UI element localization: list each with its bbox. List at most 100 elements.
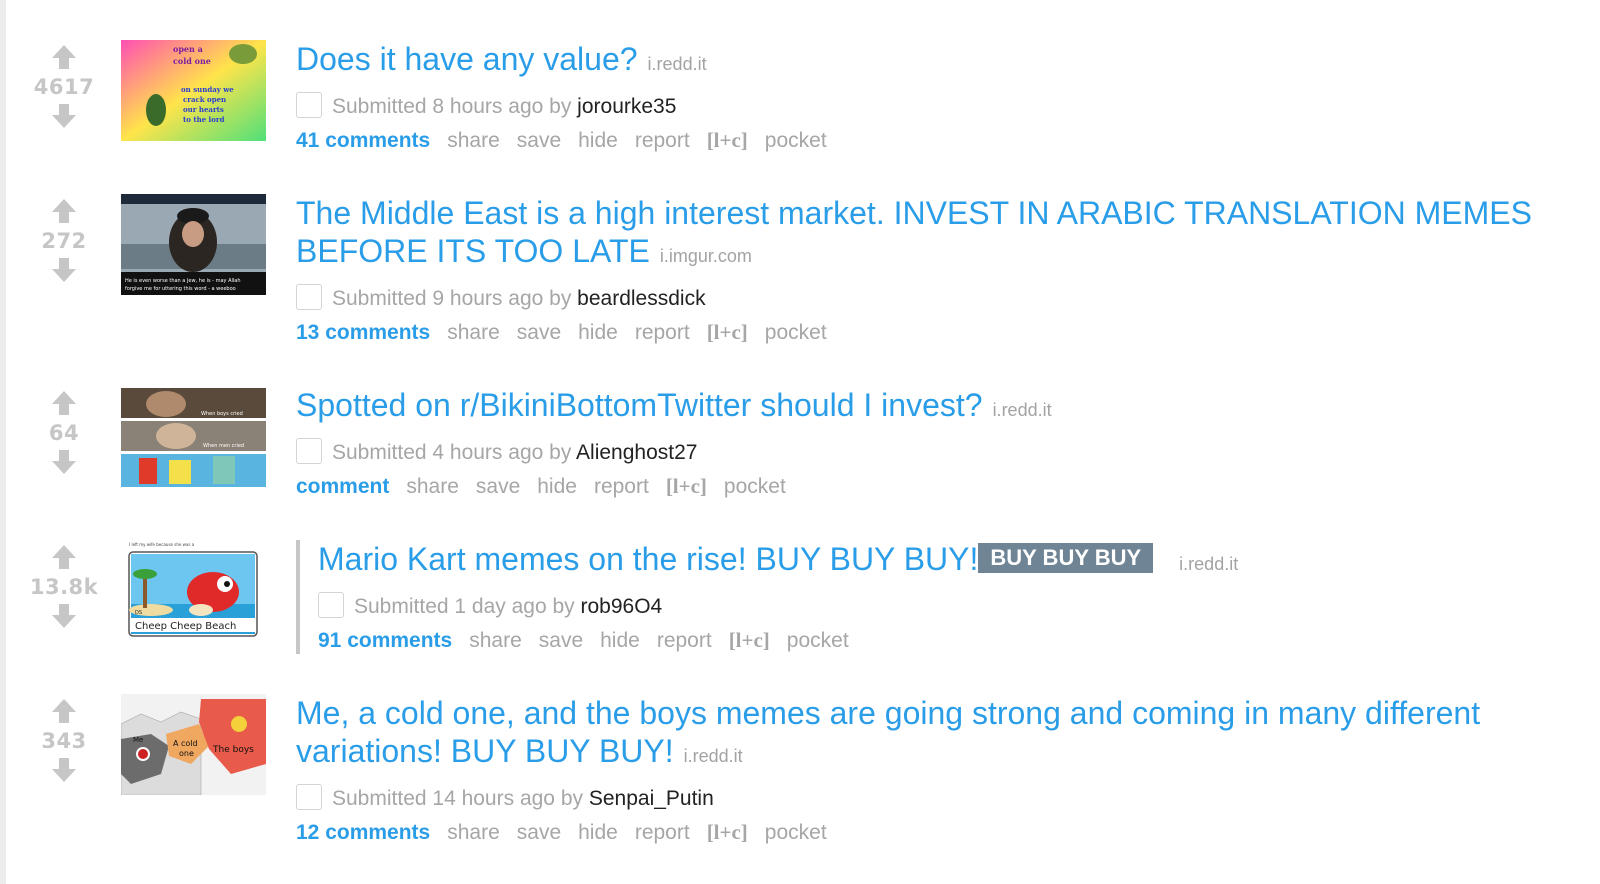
- pocket-button[interactable]: pocket: [724, 475, 786, 498]
- save-button[interactable]: save: [517, 129, 561, 152]
- post-title[interactable]: Spotted on r/BikiniBottomTwitter should …: [296, 387, 983, 423]
- post-tagline: Submitted 14 hours ago by Senpai_Putin: [296, 784, 1526, 812]
- svg-text:open a: open a: [173, 44, 203, 54]
- downvote-arrow-icon[interactable]: [50, 602, 78, 630]
- post-content: The Middle East is a high interest marke…: [296, 194, 1566, 346]
- select-checkbox[interactable]: [296, 92, 322, 118]
- save-button[interactable]: save: [517, 821, 561, 844]
- report-button[interactable]: report: [635, 129, 690, 152]
- post-content: Spotted on r/BikiniBottomTwitter should …: [296, 386, 1566, 500]
- post-thumbnail[interactable]: When boys cried When men cried: [121, 386, 266, 487]
- post-buttons: 91 comments share save hide report [l+c] pocke…: [318, 627, 1548, 654]
- submitted-text: Submitted 9 hours ago by: [332, 287, 572, 310]
- post-domain[interactable]: i.redd.it: [1179, 554, 1238, 574]
- author-link[interactable]: Alienghost27: [576, 441, 697, 464]
- post-thumbnail[interactable]: Me A cold one The boys: [121, 694, 266, 795]
- post-domain[interactable]: i.redd.it: [993, 400, 1052, 420]
- submitted-text: Submitted 1 day ago by: [354, 595, 575, 618]
- submitted-text: Submitted 4 hours ago by: [332, 441, 572, 464]
- svg-text:on sunday we: on sunday we: [181, 85, 234, 94]
- select-checkbox[interactable]: [296, 438, 322, 464]
- score: 13.8k: [29, 575, 99, 599]
- link-comment-button[interactable]: [l+c]: [707, 320, 748, 344]
- svg-text:When men cried: When men cried: [203, 443, 244, 449]
- post-tagline: Submitted 1 day ago by rob96O4: [318, 592, 1548, 620]
- downvote-arrow-icon[interactable]: [50, 102, 78, 130]
- link-comment-button[interactable]: [l+c]: [729, 628, 770, 652]
- select-checkbox[interactable]: [318, 592, 344, 618]
- score: 343: [41, 729, 87, 753]
- upvote-arrow-icon[interactable]: [50, 43, 78, 71]
- post-thumbnail[interactable]: open a cold one on sunday we crack open …: [121, 40, 266, 141]
- post-buttons: 41 comments share save hide report [l+c] pocke…: [296, 127, 1566, 154]
- post-title-line: The Middle East is a high interest marke…: [296, 194, 1566, 275]
- hide-button[interactable]: hide: [578, 321, 618, 344]
- post-tagline: Submitted 9 hours ago by beardlessdick: [296, 284, 1566, 312]
- comments-link[interactable]: comment: [296, 475, 389, 498]
- vote-column: 272: [22, 197, 106, 284]
- pocket-button[interactable]: pocket: [765, 129, 827, 152]
- downvote-arrow-icon[interactable]: [50, 756, 78, 784]
- post-title[interactable]: Does it have any value?: [296, 41, 638, 77]
- upvote-arrow-icon[interactable]: [50, 697, 78, 725]
- share-button[interactable]: share: [469, 629, 522, 652]
- save-button[interactable]: save: [476, 475, 520, 498]
- post-title[interactable]: Mario Kart memes on the rise! BUY BUY BU…: [318, 541, 978, 577]
- svg-text:to the lord: to the lord: [183, 115, 225, 124]
- link-comment-button[interactable]: [l+c]: [707, 128, 748, 152]
- post-thumbnail[interactable]: He is even worse than a Jew, he is - may…: [121, 194, 266, 295]
- svg-text:crack open: crack open: [183, 95, 226, 104]
- author-link[interactable]: Senpai_Putin: [589, 787, 714, 810]
- post-title[interactable]: The Middle East is a high interest marke…: [296, 195, 1532, 269]
- svg-text:Me: Me: [133, 736, 143, 744]
- select-checkbox[interactable]: [296, 284, 322, 310]
- link-comment-button[interactable]: [l+c]: [666, 474, 707, 498]
- select-checkbox[interactable]: [296, 784, 322, 810]
- hide-button[interactable]: hide: [600, 629, 640, 652]
- submitted-text: Submitted 14 hours ago by: [332, 787, 583, 810]
- post-thumbnail[interactable]: I left my wife because she was a DS Chee…: [121, 540, 266, 641]
- author-link[interactable]: jorourke35: [577, 95, 676, 118]
- post-title-line: Spotted on r/BikiniBottomTwitter should …: [296, 386, 1566, 429]
- pocket-button[interactable]: pocket: [765, 321, 827, 344]
- post-buttons: 12 comments share save hide report [l+c] pocke…: [296, 819, 1526, 846]
- pocket-button[interactable]: pocket: [787, 629, 849, 652]
- svg-text:one: one: [179, 749, 194, 758]
- hide-button[interactable]: hide: [537, 475, 577, 498]
- downvote-arrow-icon[interactable]: [50, 448, 78, 476]
- post-domain[interactable]: i.imgur.com: [660, 246, 752, 266]
- comments-link[interactable]: 13 comments: [296, 321, 430, 344]
- upvote-arrow-icon[interactable]: [50, 543, 78, 571]
- post-title-line: Mario Kart memes on the rise! BUY BUY BU…: [318, 540, 1548, 583]
- post-buttons: 13 comments share save hide report [l+c] pocke…: [296, 319, 1566, 346]
- share-button[interactable]: share: [447, 321, 500, 344]
- post-domain[interactable]: i.redd.it: [684, 746, 743, 766]
- svg-text:cold one: cold one: [173, 56, 211, 66]
- hide-button[interactable]: hide: [578, 129, 618, 152]
- share-button[interactable]: share: [447, 821, 500, 844]
- author-link[interactable]: beardlessdick: [577, 287, 705, 310]
- report-button[interactable]: report: [635, 821, 690, 844]
- report-button[interactable]: report: [635, 321, 690, 344]
- post-domain[interactable]: i.redd.it: [648, 54, 707, 74]
- hide-button[interactable]: hide: [578, 821, 618, 844]
- comments-link[interactable]: 91 comments: [318, 629, 452, 652]
- save-button[interactable]: save: [539, 629, 583, 652]
- comments-link[interactable]: 12 comments: [296, 821, 430, 844]
- upvote-arrow-icon[interactable]: [50, 197, 78, 225]
- save-button[interactable]: save: [517, 321, 561, 344]
- link-comment-button[interactable]: [l+c]: [707, 820, 748, 844]
- share-button[interactable]: share: [447, 129, 500, 152]
- author-link[interactable]: rob96O4: [581, 595, 663, 618]
- vote-column: 13.8k: [22, 543, 106, 630]
- share-button[interactable]: share: [406, 475, 459, 498]
- report-button[interactable]: report: [657, 629, 712, 652]
- upvote-arrow-icon[interactable]: [50, 389, 78, 417]
- comments-link[interactable]: 41 comments: [296, 129, 430, 152]
- post-content: Does it have any value? i.redd.it Submitt…: [296, 40, 1566, 154]
- svg-text:A cold: A cold: [173, 739, 198, 748]
- post-title[interactable]: Me, a cold one, and the boys memes are g…: [296, 695, 1480, 769]
- pocket-button[interactable]: pocket: [765, 821, 827, 844]
- downvote-arrow-icon[interactable]: [50, 256, 78, 284]
- report-button[interactable]: report: [594, 475, 649, 498]
